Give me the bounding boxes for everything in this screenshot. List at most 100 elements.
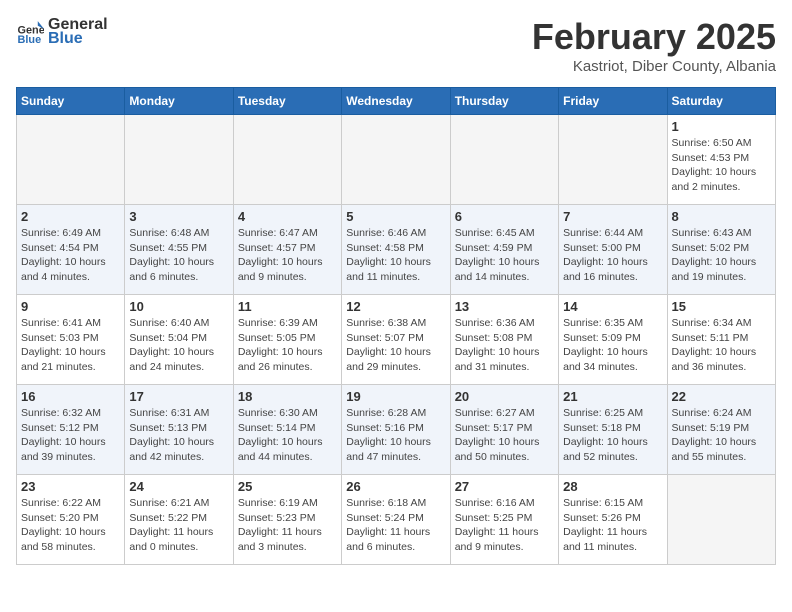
day-number: 5: [346, 209, 445, 224]
day-info: Sunrise: 6:44 AM Sunset: 5:00 PM Dayligh…: [563, 226, 662, 285]
weekday-header-tuesday: Tuesday: [233, 88, 341, 115]
day-cell: 25 Sunrise: 6:19 AM Sunset: 5:23 PM Dayli…: [233, 475, 341, 565]
day-info: Sunrise: 6:34 AM Sunset: 5:11 PM Dayligh…: [672, 316, 771, 375]
day-number: 10: [129, 299, 228, 314]
day-number: 17: [129, 389, 228, 404]
day-number: 11: [238, 299, 337, 314]
day-cell: [559, 115, 667, 205]
day-number: 9: [21, 299, 120, 314]
day-cell: 22 Sunrise: 6:24 AM Sunset: 5:19 PM Dayli…: [667, 385, 775, 475]
day-info: Sunrise: 6:38 AM Sunset: 5:07 PM Dayligh…: [346, 316, 445, 375]
day-info: Sunrise: 6:31 AM Sunset: 5:13 PM Dayligh…: [129, 406, 228, 465]
weekday-header-thursday: Thursday: [450, 88, 558, 115]
day-cell: 16 Sunrise: 6:32 AM Sunset: 5:12 PM Dayli…: [17, 385, 125, 475]
day-number: 23: [21, 479, 120, 494]
day-cell: 2Sunrise: 6:49 AM Sunset: 4:54 PM Daylig…: [17, 205, 125, 295]
day-number: 22: [672, 389, 771, 404]
day-info: Sunrise: 6:43 AM Sunset: 5:02 PM Dayligh…: [672, 226, 771, 285]
day-number: 8: [672, 209, 771, 224]
day-info: Sunrise: 6:50 AM Sunset: 4:53 PM Dayligh…: [672, 136, 771, 195]
day-info: Sunrise: 6:32 AM Sunset: 5:12 PM Dayligh…: [21, 406, 120, 465]
week-row-3: 9 Sunrise: 6:41 AM Sunset: 5:03 PM Daylig…: [17, 295, 776, 385]
subtitle: Kastriot, Diber County, Albania: [532, 58, 776, 75]
day-number: 20: [455, 389, 554, 404]
day-cell: 9 Sunrise: 6:41 AM Sunset: 5:03 PM Daylig…: [17, 295, 125, 385]
day-cell: 15 Sunrise: 6:34 AM Sunset: 5:11 PM Dayli…: [667, 295, 775, 385]
day-info: Sunrise: 6:30 AM Sunset: 5:14 PM Dayligh…: [238, 406, 337, 465]
day-cell: 14 Sunrise: 6:35 AM Sunset: 5:09 PM Dayli…: [559, 295, 667, 385]
weekday-header-row: SundayMondayTuesdayWednesdayThursdayFrid…: [17, 88, 776, 115]
day-info: Sunrise: 6:39 AM Sunset: 5:05 PM Dayligh…: [238, 316, 337, 375]
day-cell: [450, 115, 558, 205]
day-number: 21: [563, 389, 662, 404]
week-row-2: 2Sunrise: 6:49 AM Sunset: 4:54 PM Daylig…: [17, 205, 776, 295]
day-info: Sunrise: 6:24 AM Sunset: 5:19 PM Dayligh…: [672, 406, 771, 465]
day-cell: 27Sunrise: 6:16 AM Sunset: 5:25 PM Dayli…: [450, 475, 558, 565]
day-cell: 12Sunrise: 6:38 AM Sunset: 5:07 PM Dayli…: [342, 295, 450, 385]
day-info: Sunrise: 6:19 AM Sunset: 5:23 PM Dayligh…: [238, 496, 337, 555]
day-cell: 23 Sunrise: 6:22 AM Sunset: 5:20 PM Dayli…: [17, 475, 125, 565]
day-info: Sunrise: 6:40 AM Sunset: 5:04 PM Dayligh…: [129, 316, 228, 375]
week-row-1: 1 Sunrise: 6:50 AM Sunset: 4:53 PM Daylig…: [17, 115, 776, 205]
day-cell: 4 Sunrise: 6:47 AM Sunset: 4:57 PM Daylig…: [233, 205, 341, 295]
day-info: Sunrise: 6:22 AM Sunset: 5:20 PM Dayligh…: [21, 496, 120, 555]
day-number: 15: [672, 299, 771, 314]
day-number: 25: [238, 479, 337, 494]
day-info: Sunrise: 6:16 AM Sunset: 5:25 PM Dayligh…: [455, 496, 554, 555]
day-info: Sunrise: 6:36 AM Sunset: 5:08 PM Dayligh…: [455, 316, 554, 375]
logo-icon: General Blue: [16, 18, 44, 46]
day-number: 16: [21, 389, 120, 404]
header: General Blue General Blue February 2025 …: [16, 16, 776, 75]
day-info: Sunrise: 6:49 AM Sunset: 4:54 PM Dayligh…: [21, 226, 120, 285]
day-info: Sunrise: 6:18 AM Sunset: 5:24 PM Dayligh…: [346, 496, 445, 555]
weekday-header-sunday: Sunday: [17, 88, 125, 115]
day-cell: 6Sunrise: 6:45 AM Sunset: 4:59 PM Daylig…: [450, 205, 558, 295]
day-info: Sunrise: 6:47 AM Sunset: 4:57 PM Dayligh…: [238, 226, 337, 285]
week-row-4: 16 Sunrise: 6:32 AM Sunset: 5:12 PM Dayli…: [17, 385, 776, 475]
day-info: Sunrise: 6:35 AM Sunset: 5:09 PM Dayligh…: [563, 316, 662, 375]
day-number: 24: [129, 479, 228, 494]
weekday-header-friday: Friday: [559, 88, 667, 115]
day-number: 26: [346, 479, 445, 494]
day-info: Sunrise: 6:25 AM Sunset: 5:18 PM Dayligh…: [563, 406, 662, 465]
day-cell: 21 Sunrise: 6:25 AM Sunset: 5:18 PM Dayli…: [559, 385, 667, 475]
day-number: 1: [672, 119, 771, 134]
day-info: Sunrise: 6:15 AM Sunset: 5:26 PM Dayligh…: [563, 496, 662, 555]
weekday-header-monday: Monday: [125, 88, 233, 115]
day-cell: 5Sunrise: 6:46 AM Sunset: 4:58 PM Daylig…: [342, 205, 450, 295]
day-cell: 17 Sunrise: 6:31 AM Sunset: 5:13 PM Dayli…: [125, 385, 233, 475]
day-number: 4: [238, 209, 337, 224]
day-cell: 13 Sunrise: 6:36 AM Sunset: 5:08 PM Dayli…: [450, 295, 558, 385]
week-row-5: 23 Sunrise: 6:22 AM Sunset: 5:20 PM Dayli…: [17, 475, 776, 565]
day-cell: 3Sunrise: 6:48 AM Sunset: 4:55 PM Daylig…: [125, 205, 233, 295]
day-info: Sunrise: 6:45 AM Sunset: 4:59 PM Dayligh…: [455, 226, 554, 285]
title-area: February 2025 Kastriot, Diber County, Al…: [532, 16, 776, 75]
month-title: February 2025: [532, 16, 776, 58]
day-cell: [233, 115, 341, 205]
weekday-header-saturday: Saturday: [667, 88, 775, 115]
day-cell: 20Sunrise: 6:27 AM Sunset: 5:17 PM Dayli…: [450, 385, 558, 475]
day-cell: 18 Sunrise: 6:30 AM Sunset: 5:14 PM Dayli…: [233, 385, 341, 475]
day-info: Sunrise: 6:21 AM Sunset: 5:22 PM Dayligh…: [129, 496, 228, 555]
day-number: 14: [563, 299, 662, 314]
day-cell: 26 Sunrise: 6:18 AM Sunset: 5:24 PM Dayli…: [342, 475, 450, 565]
day-number: 28: [563, 479, 662, 494]
day-cell: [17, 115, 125, 205]
day-number: 7: [563, 209, 662, 224]
day-cell: 28 Sunrise: 6:15 AM Sunset: 5:26 PM Dayli…: [559, 475, 667, 565]
day-number: 3: [129, 209, 228, 224]
day-cell: 1 Sunrise: 6:50 AM Sunset: 4:53 PM Daylig…: [667, 115, 775, 205]
day-number: 13: [455, 299, 554, 314]
day-cell: 11 Sunrise: 6:39 AM Sunset: 5:05 PM Dayli…: [233, 295, 341, 385]
day-cell: 24 Sunrise: 6:21 AM Sunset: 5:22 PM Dayli…: [125, 475, 233, 565]
day-cell: [125, 115, 233, 205]
day-info: Sunrise: 6:28 AM Sunset: 5:16 PM Dayligh…: [346, 406, 445, 465]
weekday-header-wednesday: Wednesday: [342, 88, 450, 115]
day-info: Sunrise: 6:41 AM Sunset: 5:03 PM Dayligh…: [21, 316, 120, 375]
day-cell: 8 Sunrise: 6:43 AM Sunset: 5:02 PM Daylig…: [667, 205, 775, 295]
logo: General Blue General Blue: [16, 16, 108, 48]
day-cell: [342, 115, 450, 205]
day-cell: [667, 475, 775, 565]
svg-text:Blue: Blue: [18, 34, 42, 46]
day-number: 18: [238, 389, 337, 404]
